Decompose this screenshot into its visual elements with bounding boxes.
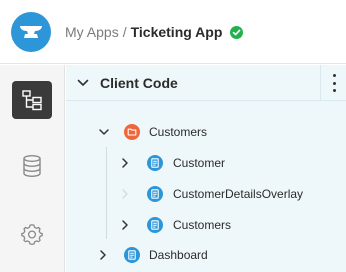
panel-title: Client Code — [100, 75, 178, 91]
folder-icon — [124, 124, 140, 140]
top-bar: My Apps / Ticketing App — [0, 0, 346, 64]
hierarchy-icon — [22, 90, 42, 111]
form-file-icon — [147, 186, 163, 202]
form-file-icon — [147, 217, 163, 233]
breadcrumb-separator: / — [122, 24, 127, 40]
form-file-icon — [124, 247, 140, 263]
client-code-panel: Client Code Customers Customer CustomerD… — [66, 65, 346, 272]
tree-item-folder-customers[interactable]: Customers — [66, 117, 346, 147]
tree-item-customer[interactable]: Customer — [66, 148, 346, 178]
left-rail — [0, 65, 65, 272]
tree-item-label: CustomerDetailsOverlay — [173, 187, 304, 201]
tree-item-dashboard[interactable]: Dashboard — [66, 240, 346, 270]
tree-item-customer-details-overlay[interactable]: CustomerDetailsOverlay — [66, 179, 346, 209]
database-icon — [23, 155, 41, 178]
tree-item-label: Customer — [173, 156, 226, 170]
gear-icon — [21, 224, 43, 245]
breadcrumb-my-apps-link[interactable]: My Apps — [65, 24, 119, 40]
tree-item-label: Customers — [149, 125, 208, 139]
chevron-right-icon[interactable] — [119, 219, 131, 231]
rail-item-settings[interactable] — [12, 215, 52, 253]
tree-item-label: Dashboard — [149, 248, 208, 262]
more-options-icon[interactable] — [328, 74, 340, 92]
chevron-right-icon[interactable] — [119, 157, 131, 169]
tree-item-customers-form[interactable]: Customers — [66, 210, 346, 240]
rail-item-database[interactable] — [12, 147, 52, 185]
panel-header[interactable]: Client Code — [66, 65, 346, 101]
breadcrumb-current-app: Ticketing App — [130, 24, 223, 40]
check-circle-icon — [230, 25, 244, 39]
app-logo[interactable] — [11, 12, 51, 52]
rail-item-client-code[interactable] — [12, 81, 52, 119]
chevron-down-icon[interactable] — [98, 126, 110, 138]
chevron-down-icon[interactable] — [76, 76, 90, 90]
header-divider — [320, 65, 321, 101]
chevron-right-icon[interactable] — [97, 249, 109, 261]
breadcrumb: My Apps / Ticketing App — [65, 22, 244, 42]
chevron-right-icon — [122, 189, 128, 199]
anvil-icon — [20, 26, 42, 38]
form-file-icon — [147, 155, 163, 171]
tree-item-label: Customers — [173, 218, 232, 232]
